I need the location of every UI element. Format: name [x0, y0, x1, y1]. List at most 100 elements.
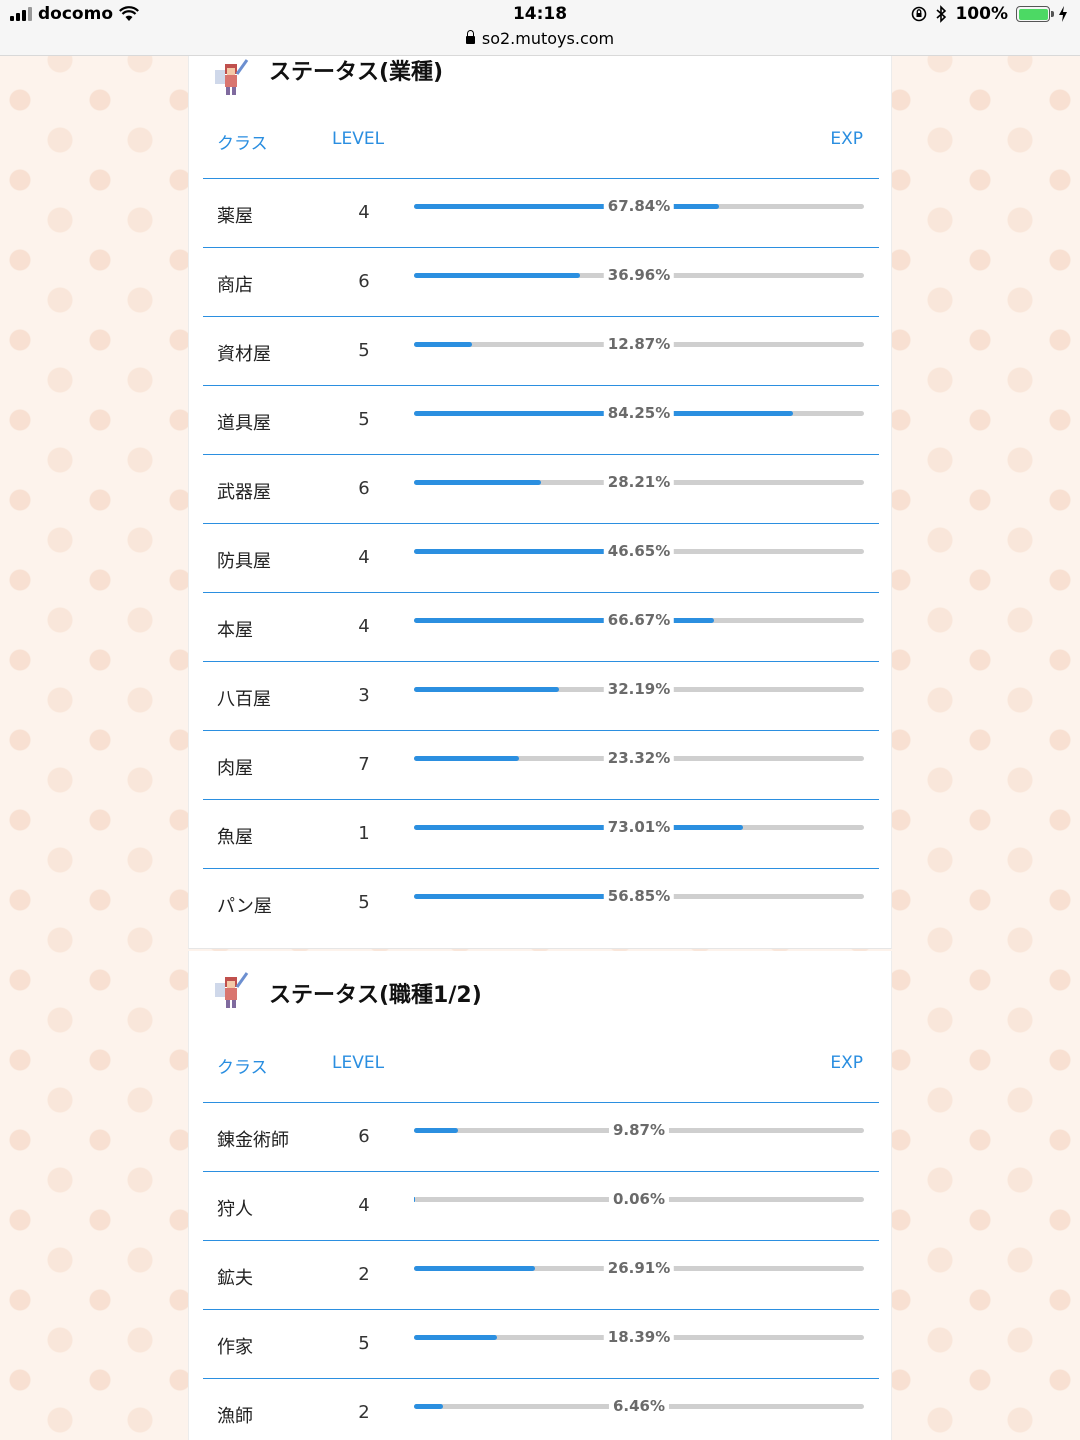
exp-progress-bar: 26.91%	[414, 1258, 864, 1278]
class-name: 魚屋	[217, 827, 253, 848]
exp-percent: 28.21%	[603, 472, 675, 492]
row-separator	[203, 592, 879, 593]
row-separator	[203, 523, 879, 524]
progress-fill	[414, 273, 581, 278]
exp-percent: 56.85%	[603, 886, 675, 906]
class-name: 薬屋	[217, 206, 253, 227]
level-value: 4	[358, 616, 370, 637]
bluetooth-icon	[936, 5, 947, 23]
exp-percent: 67.84%	[603, 196, 675, 216]
class-name: 八百屋	[217, 689, 271, 710]
exp-progress-bar: 9.87%	[414, 1120, 864, 1140]
character-sprite-icon	[215, 59, 249, 95]
class-name: 道具屋	[217, 413, 271, 434]
progress-fill	[414, 825, 743, 830]
row-separator	[203, 1309, 879, 1310]
row-separator	[203, 385, 879, 386]
status-card-business: ステータス(業種) クラス LEVEL EXP 薬屋 4 67.84% 商店 6 36.9…	[188, 56, 892, 949]
class-name: パン屋	[217, 896, 272, 917]
class-name: 資材屋	[217, 344, 271, 365]
column-header-exp: EXP	[830, 1053, 863, 1073]
level-value: 5	[358, 1333, 370, 1354]
class-name: 狩人	[217, 1199, 253, 1220]
address-bar[interactable]: so2.mutoys.com	[0, 29, 1080, 48]
exp-percent: 36.96%	[603, 265, 675, 285]
class-name: 肉屋	[217, 758, 253, 779]
level-value: 6	[358, 1126, 370, 1147]
row-separator	[203, 316, 879, 317]
battery-icon	[1016, 6, 1054, 22]
row-separator	[203, 1171, 879, 1172]
exp-progress-bar: 12.87%	[414, 334, 864, 354]
exp-progress-bar: 56.85%	[414, 886, 864, 906]
row-separator	[203, 454, 879, 455]
level-value: 5	[358, 409, 370, 430]
exp-progress-bar: 36.96%	[414, 265, 864, 285]
level-value: 7	[358, 754, 370, 775]
level-value: 4	[358, 547, 370, 568]
exp-percent: 6.46%	[608, 1396, 670, 1416]
exp-progress-bar: 46.65%	[414, 541, 864, 561]
exp-progress-bar: 6.46%	[414, 1396, 864, 1416]
exp-percent: 12.87%	[603, 334, 675, 354]
class-name: 鉱夫	[217, 1268, 253, 1289]
progress-fill	[414, 342, 472, 347]
row-separator	[203, 1378, 879, 1379]
row-separator	[203, 799, 879, 800]
exp-percent: 32.19%	[603, 679, 675, 699]
class-name: 漁師	[217, 1406, 253, 1427]
level-value: 6	[358, 478, 370, 499]
progress-fill	[414, 756, 519, 761]
class-name: 本屋	[217, 620, 253, 641]
level-value: 5	[358, 892, 370, 913]
exp-progress-bar: 67.84%	[414, 196, 864, 216]
exp-percent: 73.01%	[603, 817, 675, 837]
level-value: 6	[358, 271, 370, 292]
progress-fill	[414, 1128, 459, 1133]
section-title: ステータス(職種1/2)	[269, 983, 482, 1008]
url-text: so2.mutoys.com	[481, 29, 615, 48]
column-header-level: LEVEL	[332, 129, 385, 149]
row-separator	[203, 730, 879, 731]
row-separator	[203, 247, 879, 248]
column-header-level: LEVEL	[332, 1053, 385, 1073]
exp-progress-bar: 73.01%	[414, 817, 864, 837]
orientation-lock-icon	[912, 6, 927, 22]
exp-percent: 66.67%	[603, 610, 675, 630]
status-card-job: ステータス(職種1/2) クラス LEVEL EXP 錬金術師 6 9.87% 狩人 4…	[188, 951, 892, 1440]
progress-fill	[414, 480, 541, 485]
level-value: 2	[358, 1402, 370, 1423]
exp-percent: 9.87%	[608, 1120, 670, 1140]
class-name: 武器屋	[217, 482, 271, 503]
progress-fill	[414, 687, 559, 692]
exp-percent: 23.32%	[603, 748, 675, 768]
column-header-class: クラス	[217, 1058, 268, 1078]
class-name: 作家	[217, 1337, 253, 1358]
row-separator	[203, 178, 879, 179]
battery-percent: 100%	[955, 4, 1008, 24]
row-separator	[203, 661, 879, 662]
exp-progress-bar: 28.21%	[414, 472, 864, 492]
exp-percent: 0.06%	[608, 1189, 670, 1209]
charging-icon	[1059, 6, 1067, 22]
lock-icon	[465, 30, 475, 44]
exp-progress-bar: 32.19%	[414, 679, 864, 699]
character-sprite-icon	[215, 972, 249, 1008]
exp-progress-bar: 23.32%	[414, 748, 864, 768]
battery-level	[1018, 8, 1048, 20]
exp-percent: 18.39%	[603, 1327, 675, 1347]
column-header-class: クラス	[217, 134, 268, 154]
class-name: 防具屋	[217, 551, 271, 572]
section-title: ステータス(業種)	[269, 60, 444, 85]
level-value: 2	[358, 1264, 370, 1285]
exp-progress-bar: 18.39%	[414, 1327, 864, 1347]
class-name: 錬金術師	[217, 1130, 289, 1151]
progress-fill	[414, 1266, 536, 1271]
row-separator	[203, 1240, 879, 1241]
level-value: 3	[358, 685, 370, 706]
exp-progress-bar: 84.25%	[414, 403, 864, 423]
progress-fill	[414, 549, 624, 554]
exp-percent: 84.25%	[603, 403, 675, 423]
progress-fill	[414, 1335, 497, 1340]
exp-progress-bar: 0.06%	[414, 1189, 864, 1209]
